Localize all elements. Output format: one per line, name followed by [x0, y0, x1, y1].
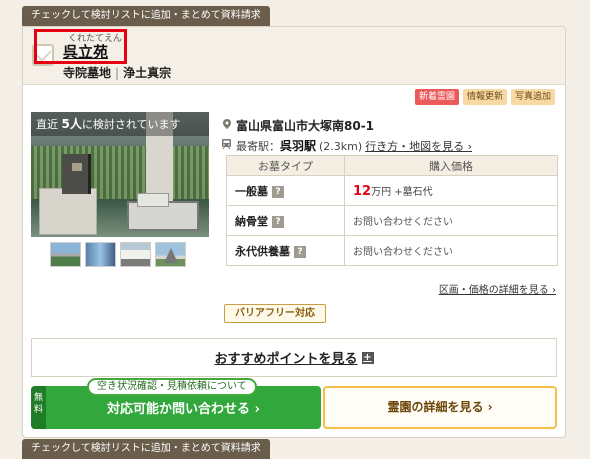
info-updated-badge: 情報更新 — [462, 89, 507, 105]
thumbnail-3[interactable] — [120, 242, 151, 267]
viewer-prefix: 直近 — [36, 118, 62, 131]
viewer-suffix: に検討されています — [81, 118, 181, 131]
type-separator: | — [115, 66, 120, 80]
photo-added-badge: 写真追加 — [510, 89, 555, 105]
station-name: 呉羽駅 — [280, 139, 317, 153]
cemetery-card: くれたてえん 呉立苑 寺院墓地 | 浄土真宗 新着霊園 情報更新 写真追加 直近 5… — [22, 26, 566, 438]
recommended-points-button[interactable]: おすすめポイントを見る + — [31, 338, 557, 377]
cemetery-main-photo[interactable]: 直近 5人に検討されています — [31, 112, 209, 237]
price-unit: 万円 +墓石代 — [371, 186, 433, 198]
free-tag: 無料 — [31, 386, 46, 429]
general-grave-price: 12万円 +墓石代 — [344, 175, 558, 206]
photo-gravestone — [62, 154, 88, 194]
status-badges: 新着霊園 情報更新 写真追加 — [414, 89, 555, 105]
thumbnail-1[interactable] — [50, 242, 81, 267]
facility-sect: 浄土真宗 — [123, 66, 172, 80]
grave-type-header: お墓タイプ — [226, 155, 345, 176]
compare-list-tag: チェックして検討リストに追加・まとめて資料請求 — [22, 6, 270, 26]
help-icon[interactable]: ? — [272, 185, 284, 198]
facility-type: 寺院墓地 | 浄土真宗 — [63, 64, 171, 81]
grave-type-label: 納骨堂 — [235, 214, 268, 228]
thumbnail-4[interactable] — [155, 242, 186, 267]
location-pin-icon — [223, 119, 231, 129]
help-icon[interactable]: ? — [294, 245, 306, 258]
plot-price-detail-link[interactable]: 区画・価格の詳細を見る › — [439, 281, 556, 296]
facility-category: 寺院墓地 — [63, 66, 112, 80]
card-header: くれたてえん 呉立苑 寺院墓地 | 浄土真宗 — [23, 27, 565, 85]
grave-type-label: 永代供養墓 — [235, 244, 290, 258]
route-map-link[interactable]: 行き方・地図を見る › — [365, 140, 472, 153]
nearest-station: 最寄駅：呉羽駅 (2.3km) 行き方・地図を見る › — [236, 137, 472, 154]
new-cemetery-badge: 新着霊園 — [414, 89, 459, 105]
help-icon[interactable]: ? — [272, 215, 284, 228]
station-distance: (2.3km) — [319, 140, 363, 153]
viewer-count: 5人 — [61, 117, 82, 131]
next-compare-list-tag: チェックして検討リストに追加・まとめて資料請求 — [22, 439, 270, 459]
perpetual-price: お問い合わせください — [344, 235, 558, 266]
columbarium-price: お問い合わせください — [344, 205, 558, 236]
barrier-free-badge: バリアフリー対応 — [224, 304, 326, 323]
grave-type-general: 一般墓? — [226, 175, 345, 206]
photo-base — [127, 193, 199, 231]
cemetery-address: 富山県富山市大塚南80-1 — [236, 119, 375, 133]
facility-name-link[interactable]: 呉立苑 — [63, 41, 108, 62]
grave-type-perpetual: 永代供養墓? — [226, 235, 345, 266]
availability-quote-note: 空き状況確認・見積依頼について — [87, 378, 257, 396]
price-value: 12 — [353, 183, 372, 199]
thumbnail-2[interactable] — [85, 242, 116, 267]
photo-nameplate — [72, 163, 82, 171]
grave-type-columbarium: 納骨堂? — [226, 205, 345, 236]
points-label: おすすめポイントを見る — [214, 352, 358, 367]
table-row: 納骨堂? お問い合わせください — [226, 205, 558, 236]
price-table-header: お墓タイプ 購入価格 — [226, 155, 558, 176]
photo-thumbnails — [50, 242, 186, 267]
photo-wall — [39, 188, 97, 235]
table-row: 永代供養墓? お問い合わせください — [226, 235, 558, 266]
grave-type-label: 一般墓 — [235, 184, 268, 198]
train-icon — [222, 139, 231, 150]
price-table: お墓タイプ 購入価格 一般墓? 12万円 +墓石代 納骨堂? お問い合わせくださ… — [226, 155, 558, 266]
table-row: 一般墓? 12万円 +墓石代 — [226, 175, 558, 206]
station-label: 最寄駅： — [236, 140, 280, 153]
inquiry-label: 対応可能か問い合わせる › — [107, 402, 260, 417]
plus-icon: + — [361, 351, 374, 364]
cemetery-detail-button[interactable]: 霊園の詳細を見る › — [323, 386, 557, 429]
viewer-count-overlay: 直近 5人に検討されています — [31, 112, 209, 136]
purchase-price-header: 購入価格 — [344, 155, 558, 176]
